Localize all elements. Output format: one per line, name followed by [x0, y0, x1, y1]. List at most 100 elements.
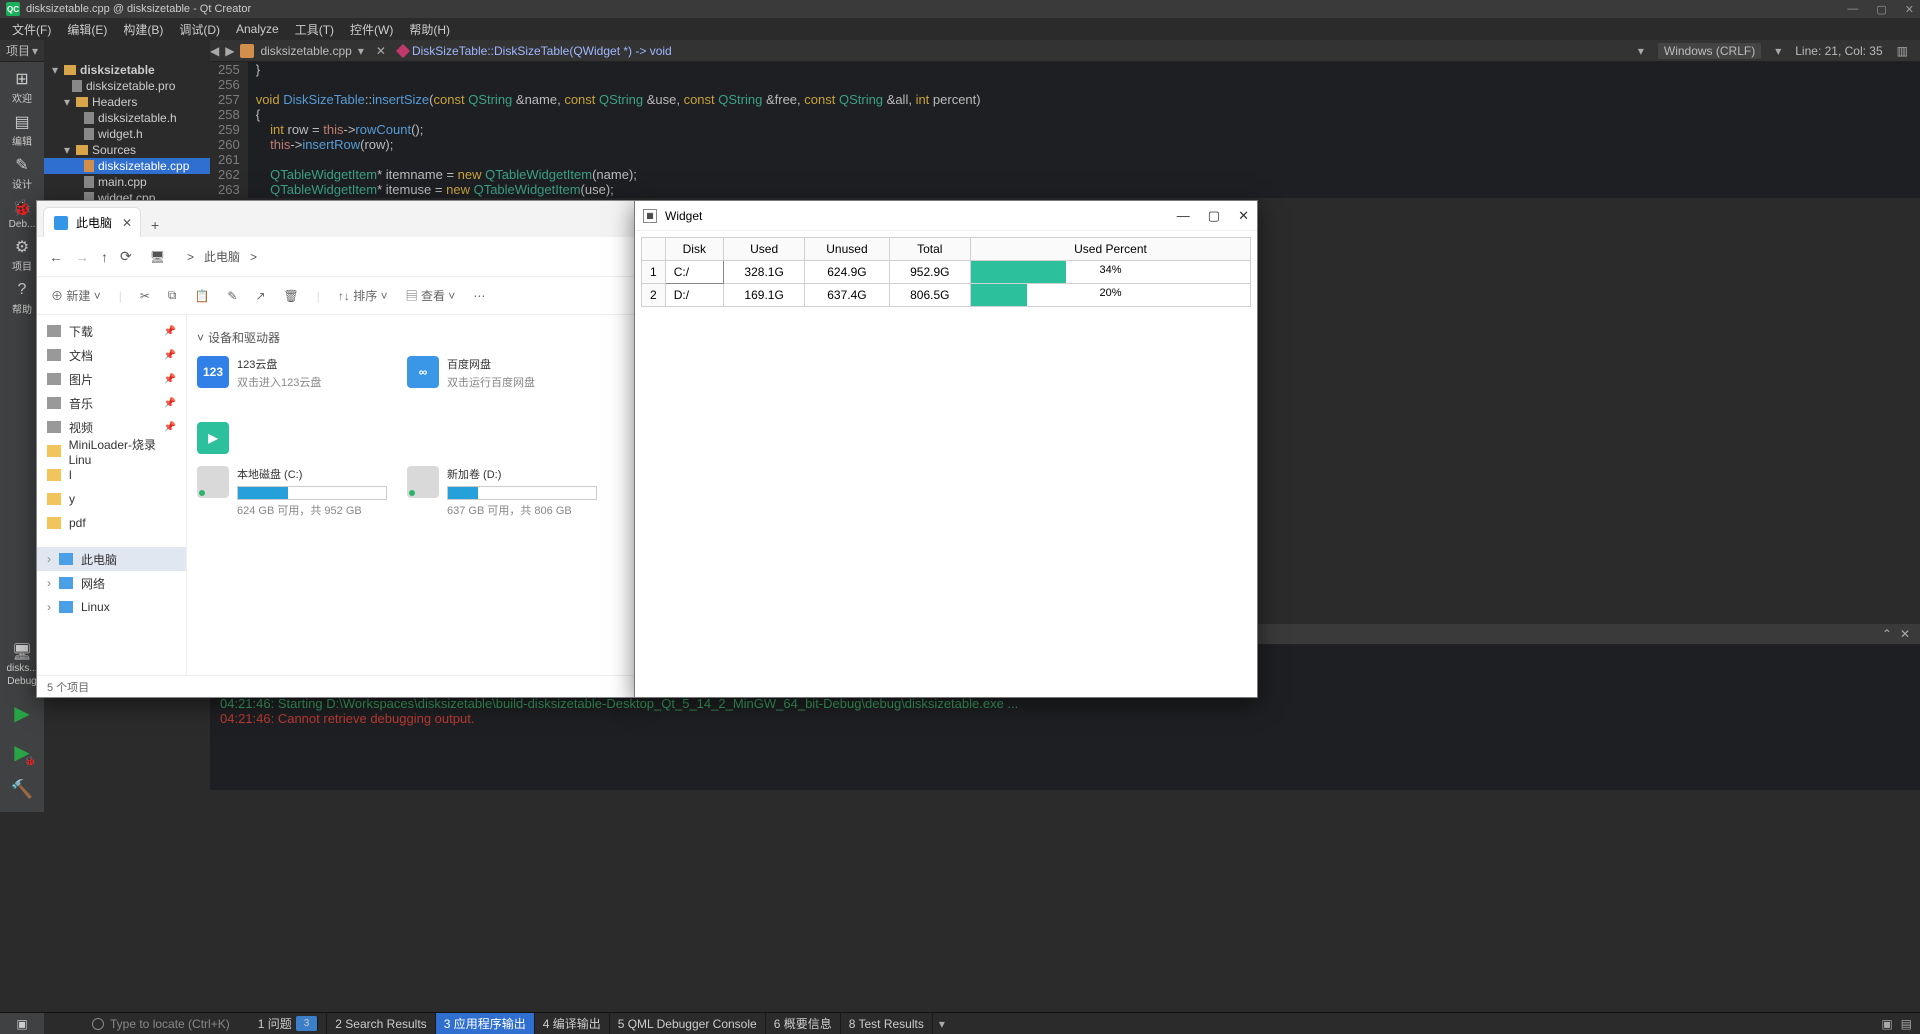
disk-drive-item[interactable]: 新加卷 (D:)637 GB 可用，共 806 GB: [407, 466, 597, 518]
sidebar-item[interactable]: 图片📌: [37, 367, 186, 391]
output-tab[interactable]: 3 应用程序输出: [436, 1013, 535, 1034]
output-tab[interactable]: 8 Test Results: [841, 1013, 933, 1034]
tree-root[interactable]: disksizetable: [80, 63, 155, 77]
locator-input[interactable]: Type to locate (Ctrl+K): [110, 1017, 230, 1031]
nav-fwd-icon[interactable]: →: [75, 249, 89, 265]
qt-close-button[interactable]: ✕: [1905, 3, 1914, 16]
menu-item[interactable]: Analyze: [228, 22, 287, 36]
menu-item[interactable]: 调试(D): [171, 21, 228, 38]
close-doc-button[interactable]: ✕: [370, 44, 392, 58]
delete-icon[interactable]: 🗑: [284, 289, 299, 303]
explorer-tab[interactable]: 此电脑 ✕: [43, 207, 141, 237]
sort-button[interactable]: ↑↓ 排序 ˅: [338, 287, 388, 304]
sidebar-item[interactable]: MiniLoader-烧录Linu: [37, 439, 186, 463]
project-combo-label[interactable]: 项目: [6, 42, 30, 59]
refresh-icon[interactable]: ⟳: [120, 248, 132, 265]
qt-minimize-button[interactable]: —: [1847, 3, 1858, 16]
table-header[interactable]: Used: [723, 238, 804, 261]
chevron-down-icon[interactable]: ˅: [197, 331, 204, 345]
cloud-drive-item[interactable]: 123123云盘双击进入123云盘: [197, 356, 387, 390]
menu-item[interactable]: 工具(T): [287, 21, 342, 38]
tree-pro-file[interactable]: disksizetable.pro: [86, 79, 175, 93]
symbol-crumb[interactable]: DiskSizeTable::DiskSizeTable(QWidget *) …: [398, 44, 672, 58]
cut-icon[interactable]: ✂: [140, 289, 150, 303]
mode-编辑[interactable]: ▤编辑: [2, 109, 42, 152]
breadcrumb[interactable]: > 此电脑 >: [187, 248, 257, 265]
table-row[interactable]: 1C:/328.1G624.9G952.9G34%: [642, 261, 1251, 284]
nav-fwd-icon[interactable]: ▶: [225, 44, 234, 58]
menu-item[interactable]: 帮助(H): [401, 21, 458, 38]
disk-drive-item[interactable]: 本地磁盘 (C:)624 GB 可用，共 952 GB: [197, 466, 387, 518]
nav-up-icon[interactable]: ↑: [101, 249, 108, 265]
table-header[interactable]: Used Percent: [971, 238, 1251, 261]
sidebar-item[interactable]: 文档📌: [37, 343, 186, 367]
output-tab[interactable]: 4 编译输出: [535, 1013, 610, 1034]
output-tab[interactable]: 1 问题 3: [250, 1013, 328, 1034]
close-output-icon[interactable]: ✕: [1900, 627, 1910, 641]
tree-file[interactable]: disksizetable.h: [98, 111, 177, 125]
tree-file[interactable]: widget.h: [98, 127, 143, 141]
menu-item[interactable]: 构建(B): [115, 21, 171, 38]
paste-icon[interactable]: 📋: [194, 289, 209, 303]
table-header[interactable]: Total: [889, 238, 970, 261]
minimize-button[interactable]: —: [1177, 208, 1190, 224]
chevron-down-icon[interactable]: ▾: [358, 44, 364, 58]
open-file-name[interactable]: disksizetable.cpp: [260, 44, 351, 58]
copy-icon[interactable]: ⧉: [168, 288, 177, 303]
rename-icon[interactable]: ✎: [227, 289, 237, 303]
more-icon[interactable]: ⋯: [473, 289, 485, 303]
output-tab[interactable]: 2 Search Results: [327, 1013, 435, 1034]
chevron-down-icon[interactable]: ▾: [939, 1017, 945, 1031]
debug-button[interactable]: ▶🐞: [2, 736, 42, 769]
tree-file-active[interactable]: disksizetable.cpp: [98, 159, 189, 173]
sidebar-item[interactable]: y: [37, 487, 186, 511]
cell-disk[interactable]: D:/: [665, 284, 723, 307]
tree-sources[interactable]: Sources: [92, 143, 136, 157]
cloud-drive-item[interactable]: ▶: [197, 422, 387, 454]
share-icon[interactable]: ↗: [255, 289, 265, 303]
table-header[interactable]: Disk: [665, 238, 723, 261]
output-tab[interactable]: 5 QML Debugger Console: [610, 1013, 766, 1034]
tree-file[interactable]: main.cpp: [98, 175, 147, 189]
tree-headers[interactable]: Headers: [92, 95, 137, 109]
close-output-panel-icon[interactable]: ▤: [1901, 1017, 1912, 1031]
chevron-down-icon[interactable]: ▾: [32, 44, 38, 58]
sidebar-item[interactable]: ›Linux: [37, 595, 186, 619]
sidebar-item[interactable]: 音乐📌: [37, 391, 186, 415]
cloud-drive-item[interactable]: ∞百度网盘双击运行百度网盘: [407, 356, 597, 390]
qt-maximize-button[interactable]: ▢: [1876, 3, 1886, 16]
close-button[interactable]: ✕: [1238, 208, 1249, 224]
disk-table[interactable]: DiskUsedUnusedTotalUsed Percent 1C:/328.…: [641, 237, 1251, 307]
menu-item[interactable]: 控件(W): [342, 21, 401, 38]
sidebar-item[interactable]: 下载📌: [37, 319, 186, 343]
chevron-down-icon[interactable]: ▾: [1638, 44, 1644, 58]
mode-设计[interactable]: ✎设计: [2, 152, 42, 195]
new-tab-button[interactable]: +: [141, 213, 169, 237]
new-button[interactable]: ⊕ 新建 ˅: [51, 287, 101, 304]
mode-欢迎[interactable]: ⊞欢迎: [2, 66, 42, 109]
build-button[interactable]: 🔨: [2, 775, 42, 804]
maximize-button[interactable]: ▢: [1208, 208, 1220, 224]
close-tab-icon[interactable]: ✕: [122, 216, 132, 230]
sidebar-item[interactable]: ›此电脑: [37, 547, 186, 571]
toggle-right-sidebar-icon[interactable]: ▣: [1881, 1017, 1892, 1031]
nav-back-icon[interactable]: ←: [49, 249, 63, 265]
cell-disk[interactable]: C:/: [665, 261, 723, 284]
code-editor[interactable]: 255256257258259260261262263264265 }void …: [210, 62, 1920, 198]
table-row[interactable]: 2D:/169.1G637.4G806.5G20%: [642, 284, 1251, 307]
view-button[interactable]: ▤ 查看 ˅: [406, 287, 456, 304]
nav-back-icon[interactable]: ◀: [210, 44, 219, 58]
table-header[interactable]: Unused: [805, 238, 889, 261]
sidebar-item[interactable]: l: [37, 463, 186, 487]
split-editor-icon[interactable]: ▥: [1897, 44, 1908, 58]
output-tab[interactable]: 6 概要信息: [766, 1013, 841, 1034]
menu-item[interactable]: 编辑(E): [59, 21, 115, 38]
sidebar-item[interactable]: pdf: [37, 511, 186, 535]
toggle-sidebar-icon[interactable]: ▣: [0, 1013, 44, 1034]
line-ending-selector[interactable]: Windows (CRLF): [1658, 43, 1761, 59]
collapse-up-icon[interactable]: ⌃: [1882, 627, 1892, 641]
sidebar-item[interactable]: ›网络: [37, 571, 186, 595]
chevron-down-icon[interactable]: ▾: [1775, 44, 1781, 58]
menu-item[interactable]: 文件(F): [4, 21, 59, 38]
run-button[interactable]: ▶: [2, 697, 42, 730]
